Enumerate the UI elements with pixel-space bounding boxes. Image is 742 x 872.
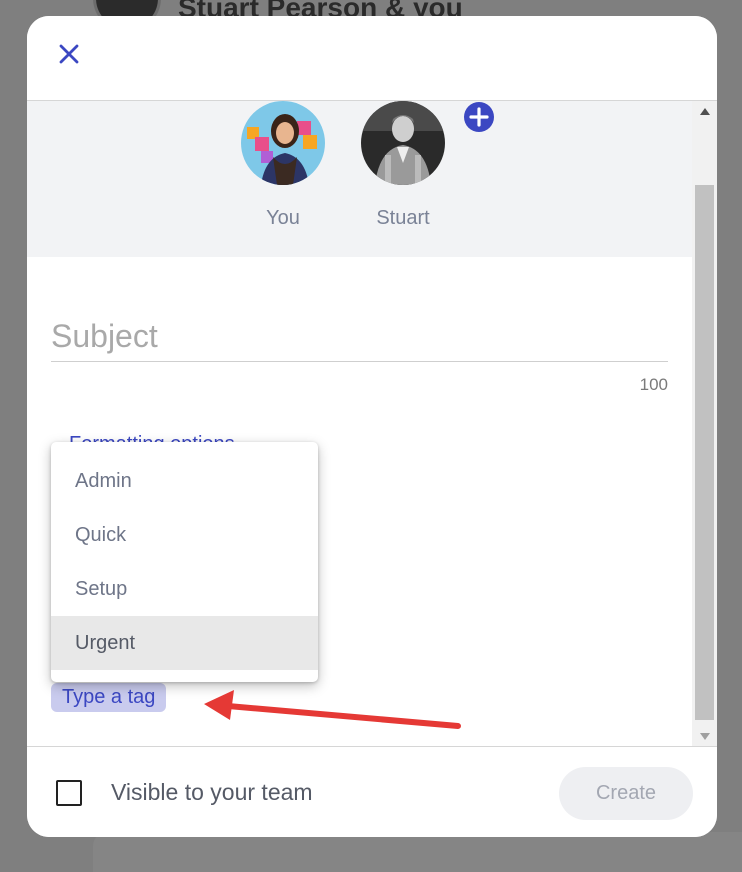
visible-to-team-checkbox[interactable] [56, 780, 82, 806]
subject-input[interactable] [51, 311, 668, 362]
scroll-down-button[interactable] [692, 728, 717, 744]
background-panel [93, 832, 742, 872]
scrollbar[interactable] [692, 101, 717, 746]
new-conversation-modal: You Stuart Subject 100 Type a tag Visibl… [27, 16, 717, 837]
participant-name: You [266, 207, 300, 229]
tag-input[interactable]: Type a tag [51, 683, 167, 712]
avatar [361, 101, 445, 185]
participants-panel: You Stuart [27, 101, 692, 257]
character-count: 100 [639, 375, 668, 394]
modal-header [27, 16, 717, 101]
modal-footer: Visible to your team Create [27, 746, 717, 837]
close-icon [59, 44, 79, 64]
tag-option-quick[interactable]: Quick [51, 508, 318, 562]
triangle-up-icon [699, 107, 710, 115]
tag-option-urgent[interactable]: Urgent [51, 616, 318, 670]
visible-to-team-label[interactable]: Visible to your team [111, 779, 313, 806]
plus-circle-icon [464, 102, 494, 132]
participant-stuart[interactable]: Stuart [361, 101, 445, 230]
close-button[interactable] [55, 40, 83, 68]
triangle-down-icon [699, 732, 710, 740]
participant-you[interactable]: You [241, 101, 325, 230]
tag-option-admin[interactable]: Admin [51, 454, 318, 508]
tag-option-setup[interactable]: Setup [51, 562, 318, 616]
create-button[interactable]: Create [559, 767, 693, 820]
add-participant-button[interactable] [463, 101, 495, 133]
scrollbar-thumb[interactable] [695, 185, 714, 720]
scroll-up-button[interactable] [692, 103, 717, 119]
tag-suggestions-dropdown: Admin Quick Setup Urgent [51, 442, 318, 682]
avatar [241, 101, 325, 185]
participant-name: Stuart [376, 207, 430, 229]
